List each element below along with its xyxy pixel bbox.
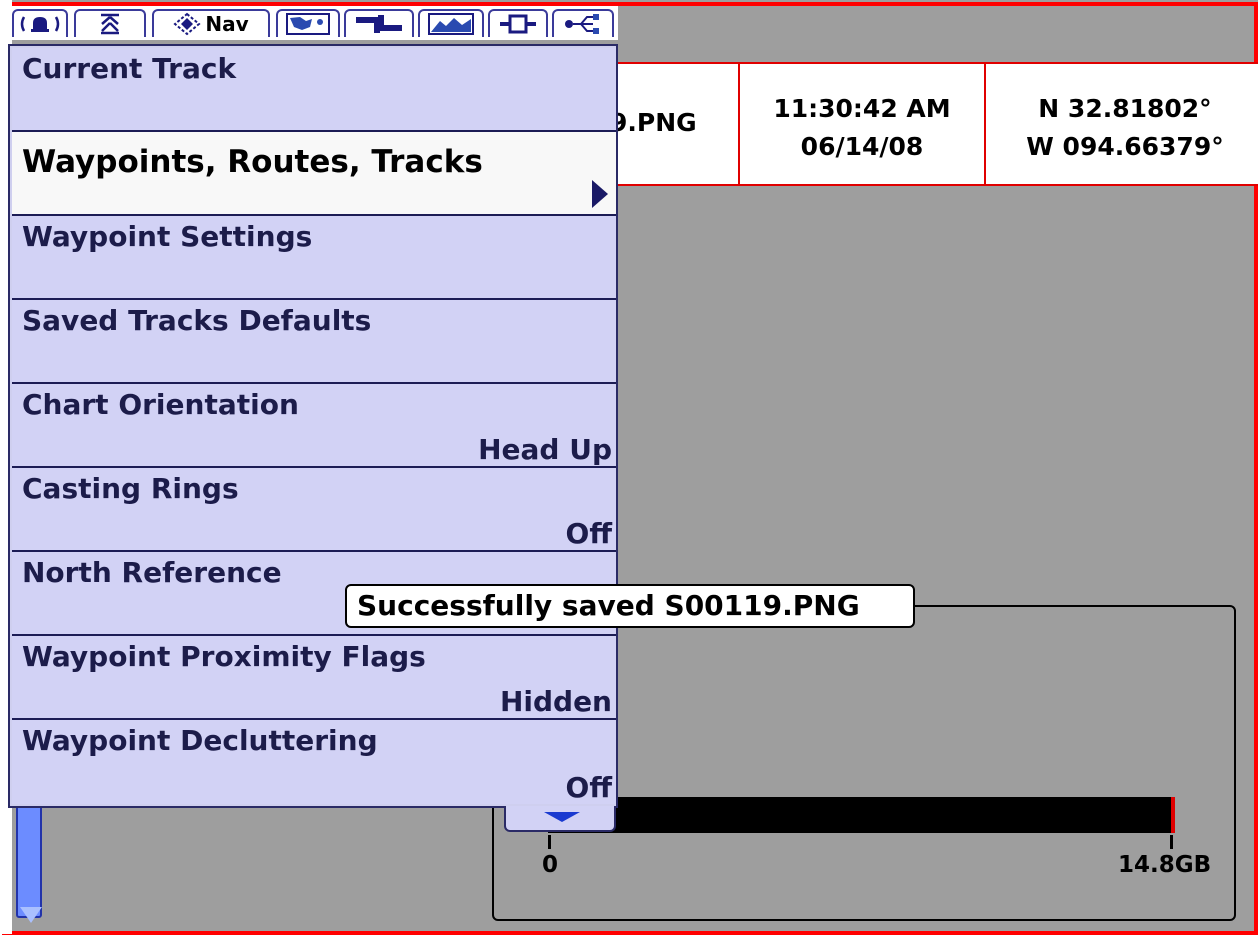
menu-item-current-track[interactable]: Current Track xyxy=(12,48,616,132)
menu-item-label: Waypoint Settings xyxy=(22,220,313,253)
longitude-readout: W 094.66379° xyxy=(1026,132,1224,161)
alarm-bell-icon xyxy=(20,16,60,32)
tab-nav[interactable]: Nav xyxy=(152,9,270,37)
menu-item-value: Head Up xyxy=(478,433,612,466)
menu-item-value: Hidden xyxy=(499,685,612,718)
date-readout: 06/14/08 xyxy=(800,132,924,161)
menu-item-waypoints-routes-tracks[interactable]: Waypoints, Routes, Tracks xyxy=(12,132,616,216)
chart-map-icon xyxy=(286,13,330,35)
tab-accessories[interactable] xyxy=(488,9,548,37)
menu-item-waypoint-decluttering[interactable]: Waypoint Decluttering Off xyxy=(12,720,616,804)
time-date-cell: 11:30:42 AM 06/14/08 xyxy=(738,64,984,184)
menu-item-label: Waypoint Decluttering xyxy=(22,724,378,757)
save-notification: Successfully saved S00119.PNG xyxy=(345,584,915,628)
tab-chart[interactable] xyxy=(276,9,340,37)
storage-usage-bar xyxy=(548,797,1175,833)
tab-alarms[interactable] xyxy=(12,9,68,37)
menu-item-casting-rings[interactable]: Casting Rings Off xyxy=(12,468,616,552)
menu-item-label: Current Track xyxy=(22,52,237,85)
menu-scroll-down-button[interactable] xyxy=(504,806,616,832)
tab-nav-label: Nav xyxy=(205,12,249,36)
tab-setup[interactable] xyxy=(344,9,414,37)
time-readout: 11:30:42 AM xyxy=(773,94,951,123)
menu-tab-bar: Nav xyxy=(10,6,618,40)
setup-tools-icon xyxy=(356,15,402,33)
page-scrollbar[interactable] xyxy=(16,800,42,918)
tab-sonar[interactable] xyxy=(74,9,146,37)
usage-max-tick xyxy=(1170,835,1173,849)
submenu-arrow-icon xyxy=(592,180,608,208)
accessory-icon xyxy=(500,14,536,34)
menu-item-label: Saved Tracks Defaults xyxy=(22,304,372,337)
tab-views[interactable] xyxy=(418,9,484,37)
usage-min-tick xyxy=(548,835,551,849)
usage-max-label: 14.8GB xyxy=(1118,852,1212,878)
menu-item-label: Waypoints, Routes, Tracks xyxy=(22,144,483,180)
menu-item-saved-tracks-defaults[interactable]: Saved Tracks Defaults xyxy=(12,300,616,384)
views-icon xyxy=(428,13,474,35)
menu-item-label: Casting Rings xyxy=(22,472,239,505)
menu-item-value: Off xyxy=(565,771,612,804)
menu-item-waypoint-proximity-flags[interactable]: Waypoint Proximity Flags Hidden xyxy=(12,636,616,720)
menu-item-waypoint-settings[interactable]: Waypoint Settings xyxy=(12,216,616,300)
network-icon xyxy=(565,14,599,34)
tab-network[interactable] xyxy=(552,9,614,37)
chevron-down-icon xyxy=(544,812,580,822)
nav-icon xyxy=(173,12,201,36)
menu-item-chart-orientation[interactable]: Chart Orientation Head Up xyxy=(12,384,616,468)
file-name-text: 9.PNG xyxy=(610,108,697,137)
menu-item-label: Chart Orientation xyxy=(22,388,299,421)
scroll-down-arrow-icon[interactable] xyxy=(20,907,42,923)
position-cell: N 32.81802° W 094.66379° xyxy=(984,64,1258,184)
latitude-readout: N 32.81802° xyxy=(1038,94,1212,123)
sonar-icon xyxy=(101,13,119,35)
menu-item-value: Off xyxy=(565,517,612,550)
menu-item-label: North Reference xyxy=(22,556,282,589)
status-header: 9.PNG 11:30:42 AM 06/14/08 N 32.81802° W… xyxy=(560,62,1258,186)
usage-min-label: 0 xyxy=(542,852,559,878)
menu-item-label: Waypoint Proximity Flags xyxy=(22,640,426,673)
nav-menu: Current Track Waypoints, Routes, Tracks … xyxy=(8,44,618,808)
